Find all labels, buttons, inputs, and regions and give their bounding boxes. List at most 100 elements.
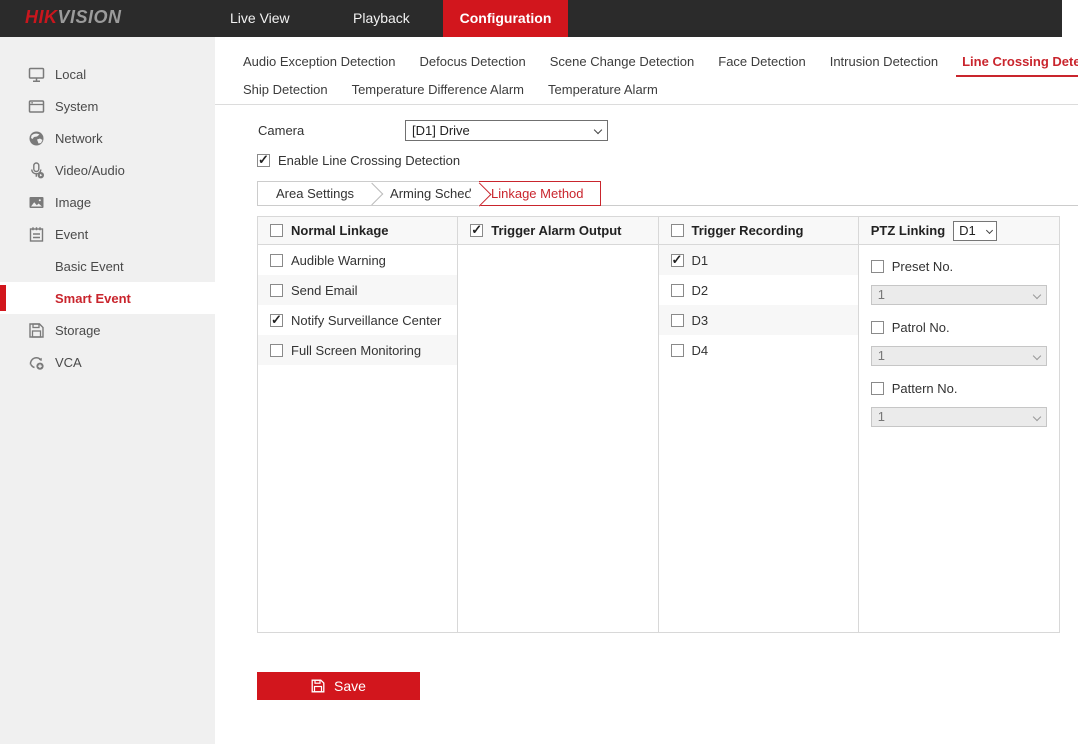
linkage-row-notify-surveillance-center: Notify Surveillance Center — [258, 305, 457, 335]
detection-tabs: Audio Exception Detection Defocus Detect… — [243, 47, 1073, 103]
preset-no-checkbox[interactable] — [871, 260, 884, 273]
trigger-alarm-output-header-checkbox[interactable] — [470, 224, 483, 237]
linkage-row-audible-warning: Audible Warning — [258, 245, 457, 275]
nav-configuration[interactable]: Configuration — [443, 0, 568, 37]
row-label: Notify Surveillance Center — [291, 313, 441, 328]
tab-temperature-difference-alarm[interactable]: Temperature Difference Alarm — [352, 82, 524, 97]
tab-scene-change-detection[interactable]: Scene Change Detection — [550, 54, 695, 69]
d2-checkbox[interactable] — [671, 284, 684, 297]
enable-label: Enable Line Crossing Detection — [278, 153, 460, 168]
sidebar-item-network[interactable]: Network — [0, 122, 215, 154]
subtab-area-settings[interactable]: Area Settings — [258, 182, 372, 205]
patrol-no-checkbox[interactable] — [871, 321, 884, 334]
hikvision-logo: HIKVISION — [25, 7, 122, 28]
image-icon — [28, 194, 45, 211]
ptz-linking-header: PTZ Linking D1 — [859, 217, 1059, 245]
ptz-channel-select[interactable]: D1 — [953, 221, 997, 241]
tab-temperature-alarm[interactable]: Temperature Alarm — [548, 82, 658, 97]
event-icon — [28, 226, 45, 243]
monitor-icon — [28, 66, 45, 83]
select-value: 1 — [878, 287, 885, 302]
row-label: D2 — [692, 283, 709, 298]
pattern-no-select[interactable]: 1 — [871, 407, 1047, 427]
chevron-down-icon — [1033, 352, 1041, 360]
trigger-alarm-output-header-label: Trigger Alarm Output — [491, 223, 621, 238]
sidebar-item-event[interactable]: Event — [0, 218, 215, 250]
notify-surveillance-center-checkbox[interactable] — [270, 314, 283, 327]
recording-row-d4: D4 — [659, 335, 858, 365]
microphone-icon — [28, 162, 45, 179]
trigger-recording-header-checkbox[interactable] — [671, 224, 684, 237]
settings-subtabs: Area Settings Arming Schedule Linkage Me… — [257, 181, 1078, 206]
tab-intrusion-detection[interactable]: Intrusion Detection — [830, 54, 938, 69]
row-label: D3 — [692, 313, 709, 328]
chevron-down-icon — [986, 226, 993, 233]
sidebar-item-storage[interactable]: Storage — [0, 314, 215, 346]
sidebar-item-system[interactable]: System — [0, 90, 215, 122]
recording-row-d3: D3 — [659, 305, 858, 335]
camera-label: Camera — [258, 123, 304, 138]
sidebar-item-basic-event[interactable]: Basic Event — [0, 250, 215, 282]
enable-checkbox[interactable] — [257, 154, 270, 167]
top-bar: HIKVISION Live View Playback Configurati… — [0, 0, 1062, 37]
ptz-channel-value: D1 — [959, 223, 976, 238]
sidebar-label: Event — [55, 227, 88, 242]
sidebar-item-video-audio[interactable]: Video/Audio — [0, 154, 215, 186]
logo-vision: VISION — [58, 7, 122, 27]
tab-audio-exception-detection[interactable]: Audio Exception Detection — [243, 54, 395, 69]
globe-icon — [28, 130, 45, 147]
d4-checkbox[interactable] — [671, 344, 684, 357]
tabs-row-1: Audio Exception Detection Defocus Detect… — [243, 47, 1073, 75]
save-button[interactable]: Save — [257, 672, 420, 700]
tab-line-crossing-detection[interactable]: Line Crossing Detection — [962, 54, 1078, 69]
tab-face-detection[interactable]: Face Detection — [718, 54, 805, 69]
row-label: Preset No. — [892, 259, 953, 274]
chevron-down-icon — [1033, 291, 1041, 299]
main-content: Audio Exception Detection Defocus Detect… — [215, 37, 1078, 744]
logo-hik: HIK — [25, 7, 58, 27]
sidebar-label: System — [55, 99, 98, 114]
normal-linkage-header-checkbox[interactable] — [270, 224, 283, 237]
d1-checkbox[interactable] — [671, 254, 684, 267]
tab-ship-detection[interactable]: Ship Detection — [243, 82, 328, 97]
d3-checkbox[interactable] — [671, 314, 684, 327]
audible-warning-checkbox[interactable] — [270, 254, 283, 267]
sidebar: Local System Network Video/Audio Image E… — [0, 37, 215, 744]
preset-no-row: Preset No. — [871, 255, 1047, 277]
recording-row-d2: D2 — [659, 275, 858, 305]
subtab-linkage-method[interactable]: Linkage Method — [479, 181, 601, 206]
linkage-method-table: Normal Linkage Audible Warning Send Emai… — [257, 216, 1060, 633]
trigger-recording-header-label: Trigger Recording — [692, 223, 804, 238]
ptz-linking-header-label: PTZ Linking — [871, 223, 945, 238]
normal-linkage-column: Normal Linkage Audible Warning Send Emai… — [258, 217, 458, 632]
sidebar-item-vca[interactable]: VCA — [0, 346, 215, 378]
select-value: 1 — [878, 409, 885, 424]
nav-playback[interactable]: Playback — [353, 0, 410, 37]
camera-select[interactable]: [D1] Drive — [405, 120, 608, 141]
nav-live-view[interactable]: Live View — [230, 0, 290, 37]
row-label: D4 — [692, 343, 709, 358]
pattern-no-row: Pattern No. — [871, 377, 1047, 399]
trigger-alarm-output-column: Trigger Alarm Output — [458, 217, 658, 632]
row-label: D1 — [692, 253, 709, 268]
pattern-no-checkbox[interactable] — [871, 382, 884, 395]
normal-linkage-header-label: Normal Linkage — [291, 223, 389, 238]
sidebar-item-local[interactable]: Local — [0, 58, 215, 90]
vca-icon — [28, 354, 45, 371]
full-screen-monitoring-checkbox[interactable] — [270, 344, 283, 357]
patrol-no-select[interactable]: 1 — [871, 346, 1047, 366]
ptz-linking-column: PTZ Linking D1 Preset No. 1 Patrol No. — [859, 217, 1059, 632]
sidebar-label: Local — [55, 67, 86, 82]
sidebar-label: Image — [55, 195, 91, 210]
sidebar-label: Smart Event — [55, 291, 131, 306]
send-email-checkbox[interactable] — [270, 284, 283, 297]
preset-no-select[interactable]: 1 — [871, 285, 1047, 305]
sidebar-label: Basic Event — [55, 259, 124, 274]
linkage-row-send-email: Send Email — [258, 275, 457, 305]
tab-defocus-detection[interactable]: Defocus Detection — [419, 54, 525, 69]
sidebar-item-smart-event[interactable]: Smart Event — [0, 282, 215, 314]
sidebar-label: Network — [55, 131, 103, 146]
sidebar-label: VCA — [55, 355, 82, 370]
save-icon — [311, 679, 325, 693]
sidebar-item-image[interactable]: Image — [0, 186, 215, 218]
